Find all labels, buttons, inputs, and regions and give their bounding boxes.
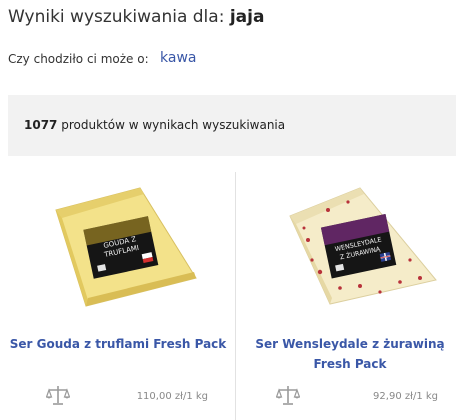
product-card: WENSLEYDALE Z ŻURAWINĄ Ser Wensleydale z…: [240, 172, 456, 420]
suggestion-label: Czy chodziło ci może o:: [8, 52, 149, 66]
product-divider: [235, 172, 236, 420]
results-count-number: 1077: [24, 118, 58, 132]
balance-scale-icon: [46, 386, 70, 405]
suggestion-link[interactable]: kawa: [160, 50, 196, 66]
results-count-bar: 1077 produktów w wynikach wyszukiwania: [8, 95, 456, 156]
product-unit-price: 92,90 zł/1 kg: [373, 391, 438, 402]
product-unit-price: 110,00 zł/1 kg: [136, 391, 208, 402]
search-results-heading: Wyniki wyszukiwania dla: jaja: [8, 7, 264, 27]
heading-prefix: Wyniki wyszukiwania dla:: [8, 7, 225, 27]
results-count-label: produktów w wynikach wyszukiwania: [61, 118, 286, 132]
product-image[interactable]: GOUDA Z TRUFLAMI: [28, 180, 208, 310]
product-name[interactable]: Ser Wensleydale z żurawiną Fresh Pack: [240, 334, 456, 374]
product-image[interactable]: WENSLEYDALE Z ŻURAWINĄ: [260, 180, 440, 310]
results-count: 1077 produktów w wynikach wyszukiwania: [24, 118, 285, 132]
product-card: GOUDA Z TRUFLAMI Ser Gouda z truflami Fr…: [8, 172, 228, 420]
product-name[interactable]: Ser Gouda z truflami Fresh Pack: [8, 334, 228, 354]
balance-scale-icon: [276, 386, 300, 405]
search-query: jaja: [229, 7, 265, 27]
